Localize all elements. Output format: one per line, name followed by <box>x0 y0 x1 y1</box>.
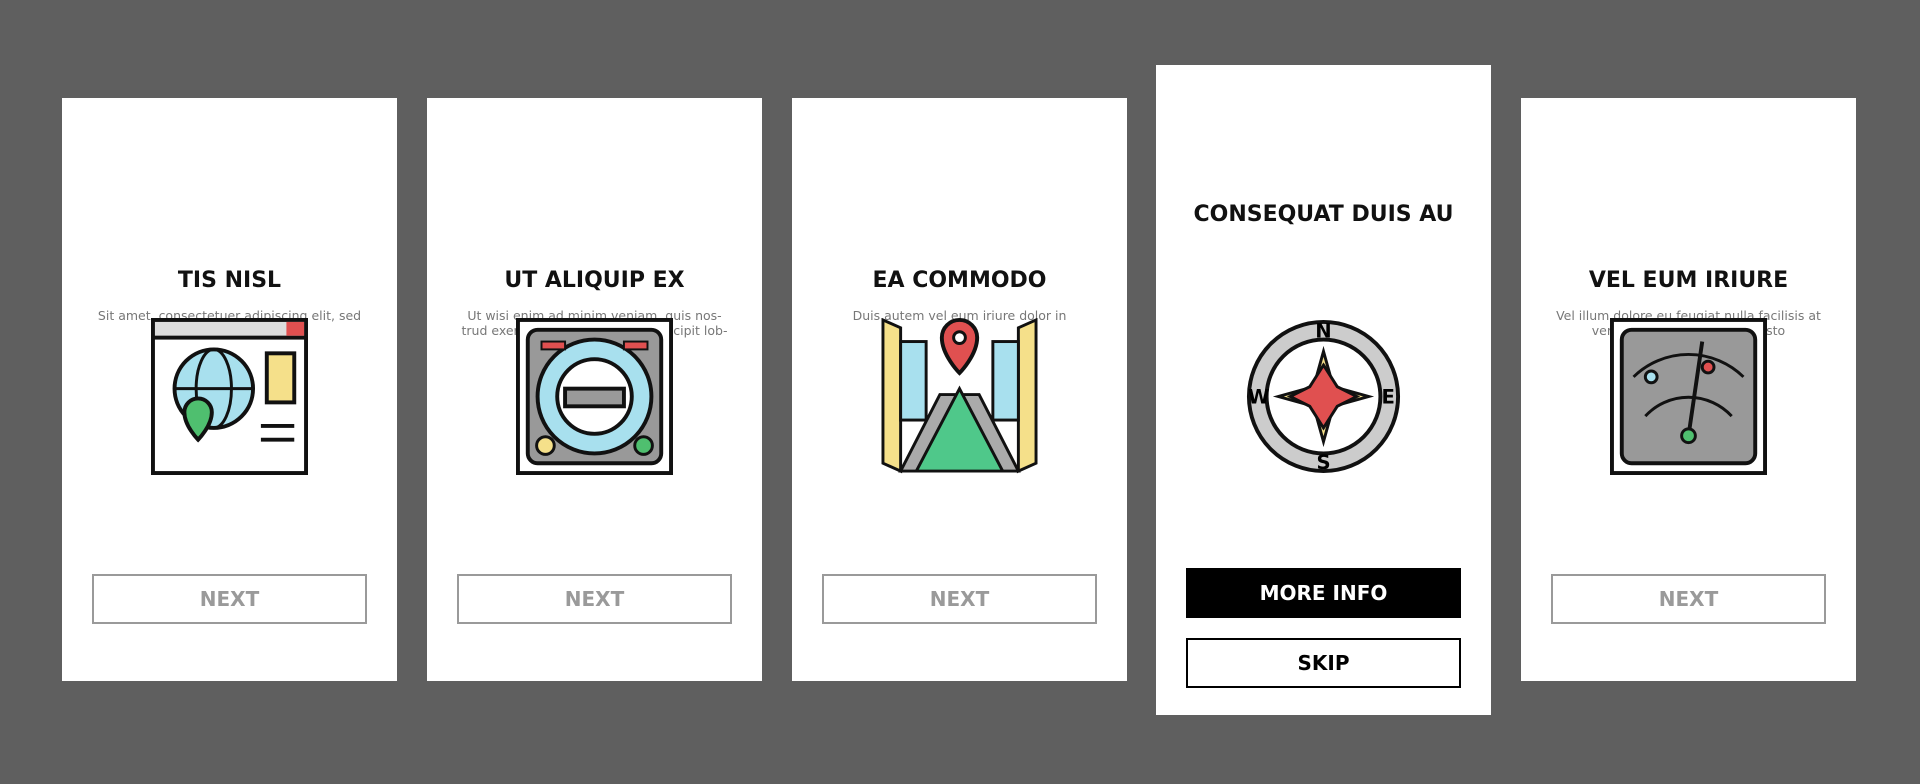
next-button[interactable]: NEXT <box>457 574 732 624</box>
card-title: CONSEQUAT DUIS AU <box>1193 202 1454 227</box>
onboarding-card-3: EA COMMODO Duis autem vel eum iriure dol… <box>792 98 1127 681</box>
compass-w: W <box>1248 385 1270 408</box>
compass-s: S <box>1316 451 1330 474</box>
card-title: EA COMMODO <box>872 268 1047 293</box>
onboarding-card-4: CONSEQUAT DUIS AU N E S W MORE INFO SKIP <box>1156 65 1491 715</box>
more-info-button[interactable]: MORE INFO <box>1186 568 1461 618</box>
radar-icon <box>1610 318 1767 475</box>
next-button[interactable]: NEXT <box>1551 574 1826 624</box>
onboarding-card-1: TIS NISL Sit amet, consectetuer adipisci… <box>62 98 397 681</box>
onboarding-card-2: UT ALIQUIP EX Ut wisi enim ad minim veni… <box>427 98 762 681</box>
card-title: VEL EUM IRIURE <box>1588 268 1789 293</box>
web-map-globe-icon <box>151 318 308 475</box>
compass-icon: N E S W <box>1246 320 1401 474</box>
next-button[interactable]: NEXT <box>822 574 1097 624</box>
next-button[interactable]: NEXT <box>92 574 367 624</box>
aircraft-instrument-icon <box>516 318 673 475</box>
onboarding-card-5: VEL EUM IRIURE Vel illum dolore eu feugi… <box>1521 98 1856 681</box>
compass-n: N <box>1315 320 1331 343</box>
card-title: UT ALIQUIP EX <box>504 268 685 293</box>
card-title: TIS NISL <box>177 268 282 293</box>
skip-button[interactable]: SKIP <box>1186 638 1461 688</box>
street-location-pin-icon <box>881 318 1038 474</box>
compass-e: E <box>1382 385 1395 408</box>
